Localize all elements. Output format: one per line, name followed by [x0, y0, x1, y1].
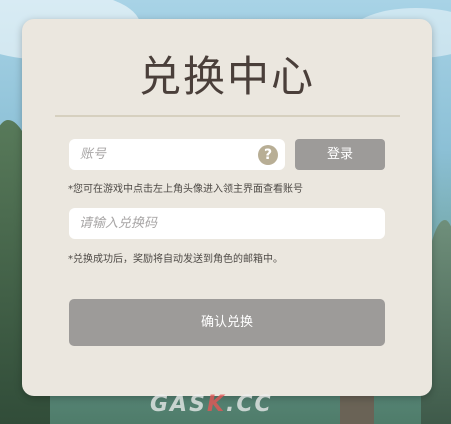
account-input[interactable] — [70, 140, 284, 169]
watermark-accent: K — [206, 392, 226, 417]
login-button[interactable]: 登录 — [295, 139, 385, 170]
account-hint-text: *您可在游戏中点击左上角头像进入领主界面查看账号 — [68, 184, 303, 195]
watermark-part: .CC — [226, 392, 273, 417]
question-circle-icon[interactable]: ? — [258, 145, 278, 165]
redeem-code-input[interactable] — [69, 208, 385, 239]
site-watermark: GASK.CC — [150, 392, 273, 417]
redeem-code-field[interactable] — [69, 208, 385, 239]
title-divider — [55, 115, 400, 117]
redeem-panel: 兑换中心 ? 登录 *您可在游戏中点击左上角头像进入领主界面查看账号 *兑换成功… — [22, 19, 432, 396]
page-title: 兑换中心 — [138, 52, 315, 101]
watermark-part: GAS — [150, 392, 207, 417]
redeem-hint-text: *兑换成功后，奖励将自动发送到角色的邮箱中。 — [68, 254, 283, 265]
account-field[interactable]: ? — [69, 139, 285, 170]
confirm-redeem-button[interactable]: 确认兑换 — [69, 299, 385, 346]
